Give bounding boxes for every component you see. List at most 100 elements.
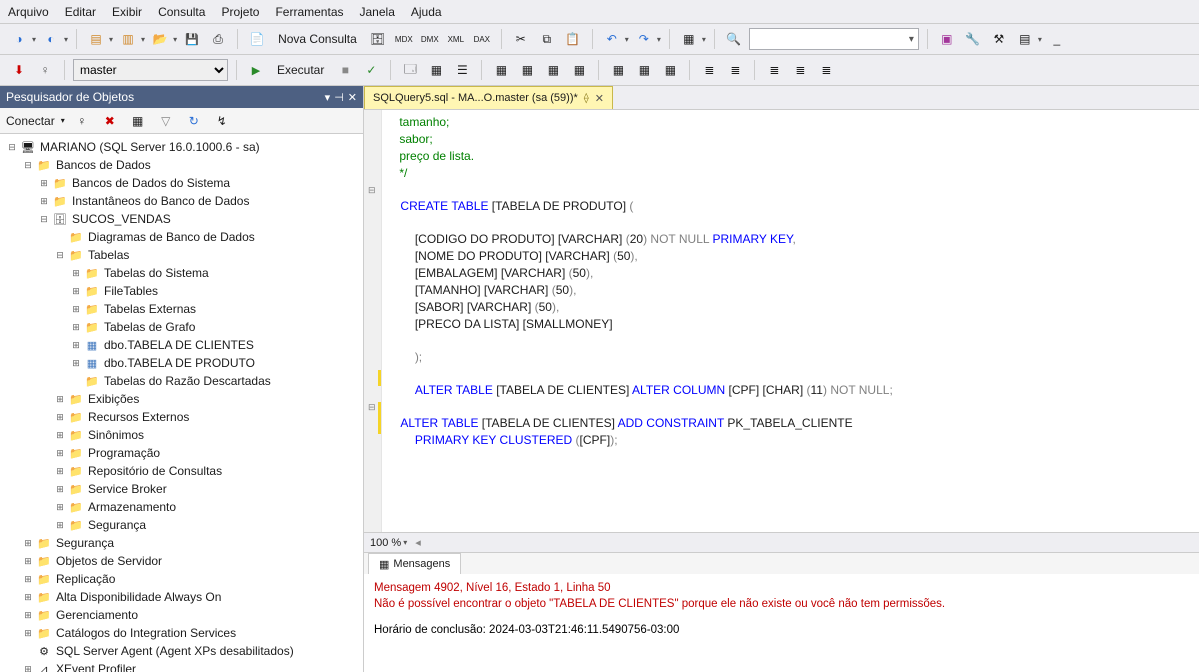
parse-icon[interactable]: ✓ [360, 59, 382, 81]
tree-recursos-ext[interactable]: ⊞📁Recursos Externos [2, 408, 361, 426]
tree-exibicoes[interactable]: ⊞📁Exibições [2, 390, 361, 408]
expander-icon[interactable]: ⊟ [54, 249, 66, 261]
expander-icon[interactable]: ⊞ [22, 555, 34, 567]
sql-tb-2[interactable]: ♀ [34, 59, 56, 81]
expander-icon[interactable]: ⊞ [54, 429, 66, 441]
tree-sql-agent[interactable]: ⊞⚙SQL Server Agent (Agent XPs desabilita… [2, 642, 361, 660]
tree-catalogos[interactable]: ⊞📁Catálogos do Integration Services [2, 624, 361, 642]
execute-button[interactable]: Executar [271, 59, 330, 81]
expander-icon[interactable]: ⊞ [38, 177, 50, 189]
menu-janela[interactable]: Janela [360, 5, 395, 19]
menu-consulta[interactable]: Consulta [158, 5, 205, 19]
expander-icon[interactable]: ⊞ [70, 303, 82, 315]
tree-server[interactable]: ⊟🖥MARIANO (SQL Server 16.0.1000.6 - sa) [2, 138, 361, 156]
menu-ajuda[interactable]: Ajuda [411, 5, 442, 19]
menu-exibir[interactable]: Exibir [112, 5, 142, 19]
connect-button[interactable]: Conectar [6, 114, 55, 128]
pane-close-icon[interactable]: ✕ [348, 91, 357, 104]
open-icon[interactable]: ▥ [117, 28, 139, 50]
connect-icon-2[interactable]: ✖ [99, 110, 121, 132]
expander-icon[interactable]: ⊞ [54, 411, 66, 423]
new-query-icon[interactable]: ▤ [85, 28, 107, 50]
tool-d-dropdown[interactable]: ▾ [1038, 35, 1042, 44]
expander-icon[interactable]: ⊞ [54, 447, 66, 459]
expander-icon[interactable]: ⊞ [70, 357, 82, 369]
dax-icon[interactable]: DAX [471, 28, 493, 50]
fold-icon[interactable]: ⊟ [368, 399, 376, 415]
object-explorer-tree[interactable]: ⊟🖥MARIANO (SQL Server 16.0.1000.6 - sa) … [0, 134, 363, 672]
grid2-icon[interactable]: ▦ [516, 59, 538, 81]
tree-sucos[interactable]: ⊟🗄SUCOS_VENDAS [2, 210, 361, 228]
close-icon[interactable]: ✕ [595, 92, 604, 105]
back-button[interactable]: ◑ [8, 28, 30, 50]
new-query-dropdown[interactable]: ▾ [109, 35, 113, 44]
undo-icon[interactable]: ↶ [601, 28, 623, 50]
properties-icon[interactable]: ▦ [678, 28, 700, 50]
dmx-icon[interactable]: DMX [419, 28, 441, 50]
tree-tab-grafo[interactable]: ⊞📁Tabelas de Grafo [2, 318, 361, 336]
database-combo[interactable]: master [73, 59, 228, 81]
toggle-icon[interactable]: ≣ [815, 59, 837, 81]
stop-icon[interactable]: ■ [334, 59, 356, 81]
tool-c-icon[interactable]: ⚒ [988, 28, 1010, 50]
save-all-icon[interactable]: ⎙ [207, 28, 229, 50]
tree-service-broker[interactable]: ⊞📁Service Broker [2, 480, 361, 498]
properties-dropdown[interactable]: ▾ [702, 35, 706, 44]
tree-armazenamento[interactable]: ⊞📁Armazenamento [2, 498, 361, 516]
results-grid-icon[interactable]: ▦ [425, 59, 447, 81]
mdx-icon[interactable]: MDX [393, 28, 415, 50]
expander-icon[interactable]: ⊞ [22, 591, 34, 603]
fold-icon[interactable]: ⊟ [368, 182, 376, 198]
save-icon[interactable] [181, 28, 203, 50]
tree-tab-externas[interactable]: ⊞📁Tabelas Externas [2, 300, 361, 318]
tree-tab-sistema[interactable]: ⊞📁Tabelas do Sistema [2, 264, 361, 282]
tool-b-icon[interactable]: 🔧 [962, 28, 984, 50]
menu-arquivo[interactable]: Arquivo [8, 5, 49, 19]
tree-bds-sistema[interactable]: ⊞📁Bancos de Dados do Sistema [2, 174, 361, 192]
expander-icon[interactable]: ⊟ [22, 159, 34, 171]
cut-icon[interactable]: ✂ [510, 28, 532, 50]
comment-icon[interactable]: ≣ [763, 59, 785, 81]
forward-dropdown[interactable]: ▾ [64, 35, 68, 44]
new-doc-icon[interactable] [246, 28, 268, 50]
tree-replicacao[interactable]: ⊞📁Replicação [2, 570, 361, 588]
tree-alta-disp[interactable]: ⊞📁Alta Disponibilidade Always On [2, 588, 361, 606]
expander-icon[interactable]: ⊞ [54, 465, 66, 477]
tool-e-icon[interactable]: _ [1046, 28, 1068, 50]
table2-icon[interactable]: ▦ [633, 59, 655, 81]
tree-xevent[interactable]: ⊞⊿XEvent Profiler [2, 660, 361, 672]
open-dropdown[interactable]: ▾ [141, 35, 145, 44]
messages-output[interactable]: Mensagem 4902, Nível 16, Estado 1, Linha… [364, 574, 1199, 672]
paste-icon[interactable]: 📋 [562, 28, 584, 50]
find-icon[interactable]: 🔍 [723, 28, 745, 50]
expander-icon[interactable]: ⊞ [54, 519, 66, 531]
expander-icon[interactable]: ⊞ [22, 627, 34, 639]
tool-a-icon[interactable]: ▣ [936, 28, 958, 50]
scroll-left-icon[interactable]: ◂ [415, 536, 421, 549]
xmla-icon[interactable]: XML [445, 28, 467, 50]
pane-pin-icon[interactable]: ⊣ [334, 91, 344, 104]
tree-gerenciamento[interactable]: ⊞📁Gerenciamento [2, 606, 361, 624]
tree-seguranca-db[interactable]: ⊞📁Segurança [2, 516, 361, 534]
menu-editar[interactable]: Editar [65, 5, 96, 19]
tree-programacao[interactable]: ⊞📁Programação [2, 444, 361, 462]
refresh-icon[interactable]: ↻ [183, 110, 205, 132]
messages-tab[interactable]: ▦ Mensagens [368, 553, 461, 574]
tree-filetables[interactable]: ⊞📁FileTables [2, 282, 361, 300]
connect-dropdown[interactable]: ▾ [61, 116, 65, 125]
connect-icon-6[interactable]: ↯ [211, 110, 233, 132]
grid4-icon[interactable]: ▦ [568, 59, 590, 81]
tree-diagramas[interactable]: ⊞📁Diagramas de Banco de Dados [2, 228, 361, 246]
zoom-dropdown-icon[interactable]: ▾ [403, 538, 407, 547]
zoom-level[interactable]: 100 % [370, 537, 401, 549]
open-file-icon[interactable]: 📂 [149, 28, 171, 50]
tree-seguranca[interactable]: ⊞📁Segurança [2, 534, 361, 552]
expander-icon[interactable]: ⊞ [38, 195, 50, 207]
open-file-dropdown[interactable]: ▾ [173, 35, 177, 44]
tree-repo[interactable]: ⊞📁Repositório de Consultas [2, 462, 361, 480]
uncomment-icon[interactable]: ≣ [789, 59, 811, 81]
outdent-icon[interactable]: ≣ [724, 59, 746, 81]
expander-icon[interactable]: ⊟ [38, 213, 50, 225]
sql-tb-1[interactable]: ⬇ [8, 59, 30, 81]
menu-ferramentas[interactable]: Ferramentas [275, 5, 343, 19]
